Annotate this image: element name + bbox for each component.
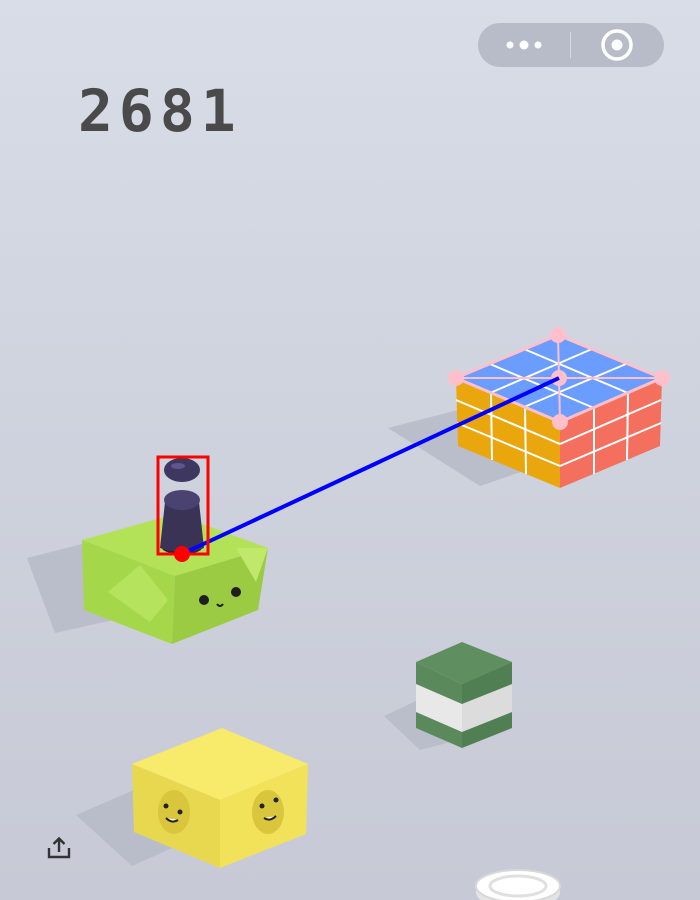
coin-face-left [158,790,190,834]
close-button[interactable] [571,23,663,67]
miniprogram-capsule [478,23,664,67]
white-disc-block [475,869,561,900]
share-button[interactable] [44,834,74,862]
more-button[interactable] [478,23,570,67]
score-display: 2681 [78,77,242,145]
green-white-block [384,642,512,750]
more-dots-icon [506,40,542,50]
rubik-target-block [388,327,670,488]
yellow-emoji-block [76,728,308,868]
green-cat-block [27,514,268,644]
player-anchor-point [174,546,190,562]
player-piece [160,458,204,554]
target-circle-icon [601,29,633,61]
coin-face-right [252,790,284,834]
share-upload-icon [47,836,71,859]
